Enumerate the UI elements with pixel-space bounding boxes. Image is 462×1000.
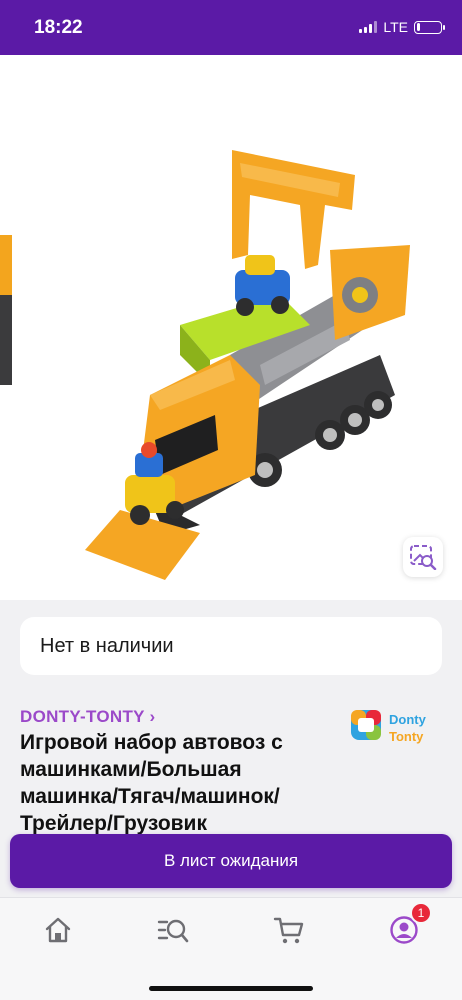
availability-card: Нет в наличии (20, 617, 442, 675)
image-search-icon (410, 545, 437, 570)
brand-logo-text-1: Donty (389, 712, 427, 727)
product-title-container: Игровой набор автовоз с машинками/Больша… (0, 729, 462, 839)
product-image-toy-truck (0, 150, 410, 580)
visual-search-button[interactable] (403, 537, 443, 577)
availability-label: Нет в наличии (40, 634, 174, 657)
tab-cart[interactable] (269, 912, 309, 948)
home-icon (45, 917, 71, 943)
battery-level (416, 23, 420, 31)
product-photo-gallery[interactable] (0, 55, 462, 600)
tab-profile[interactable]: 1 (384, 902, 432, 948)
tab-home[interactable] (38, 912, 78, 948)
share-button[interactable] (416, 73, 444, 109)
tab-catalog[interactable] (153, 912, 193, 948)
home-indicator (149, 986, 313, 991)
share-icon (419, 76, 441, 106)
battery-icon (414, 20, 445, 34)
status-time: 18:22 (34, 17, 83, 38)
back-button[interactable] (18, 75, 48, 109)
status-indicators: LTE (359, 19, 445, 35)
cellular-signal-icon (359, 21, 378, 33)
brand-link[interactable]: DONTY-TONTY › (20, 707, 156, 727)
chevron-left-icon (24, 79, 40, 105)
bottom-tab-bar: 1 (0, 897, 462, 1000)
waitlist-button[interactable]: В лист ожидания (10, 834, 452, 888)
cart-icon (273, 917, 304, 944)
profile-notification-badge: 1 (410, 902, 432, 924)
status-bar: 18:22 LTE (0, 0, 462, 55)
network-label: LTE (383, 19, 408, 35)
product-title: Игровой набор автовоз с машинками/Больша… (20, 731, 283, 835)
catalog-search-icon (157, 919, 189, 943)
